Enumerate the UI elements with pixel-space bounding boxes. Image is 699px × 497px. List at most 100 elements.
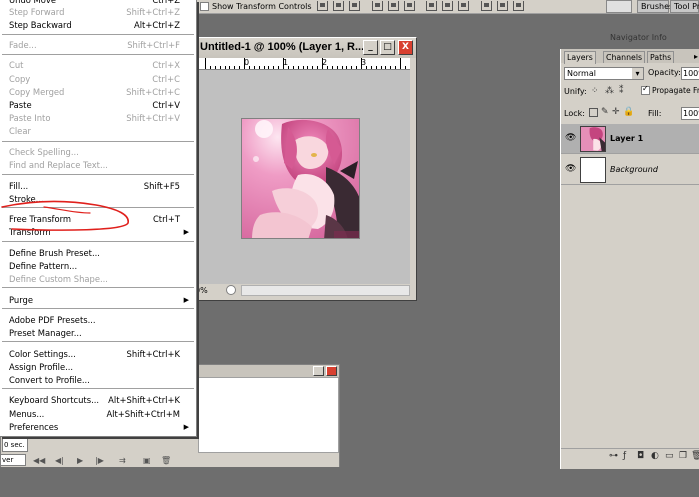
add-mask-icon[interactable]: ◘ (637, 451, 644, 462)
menu-item-paste[interactable]: Paste Ctrl+V (0, 99, 196, 112)
delete-frame-icon[interactable]: 🗑 (161, 456, 171, 465)
new-adjustment-layer-icon[interactable]: ◐ (651, 451, 659, 462)
frame-delay[interactable]: 0 sec. (2, 438, 28, 452)
palette-well-tab-brushes[interactable]: Brushes (637, 0, 673, 13)
menu-item-menus[interactable]: Menus... Alt+Shift+Ctrl+M (0, 408, 196, 421)
menu-item-fill[interactable]: Fill... Shift+F5 (0, 180, 196, 193)
show-transform-controls-checkbox[interactable]: Show Transform Controls (200, 0, 312, 12)
menu-item-shortcut: Shift+Ctrl+K (126, 349, 180, 359)
delete-layer-icon[interactable]: 🗑 (691, 451, 699, 462)
options-bar: Show Transform Controls Brushes Tool Pr (196, 0, 699, 14)
tab-channels[interactable]: Channels (603, 51, 646, 63)
menu-item-label: Cut (9, 60, 24, 70)
blend-mode-select[interactable]: Normal (564, 67, 644, 80)
align-left-icon[interactable] (372, 1, 383, 11)
menu-item-label: Copy (9, 74, 31, 84)
ruler-tick (302, 66, 304, 69)
navigator-tab-group[interactable]: Navigator Info (610, 33, 667, 45)
propagate-frame-checkbox[interactable]: Propagate Fr (641, 84, 699, 95)
eye-icon[interactable]: 👁 (565, 164, 576, 174)
palette-well-icon[interactable] (606, 0, 632, 13)
menu-item-adobe-pdf-presets[interactable]: Adobe PDF Presets... (0, 314, 196, 327)
checkbox-box[interactable] (641, 84, 650, 95)
menu-item-keyboard-shortcuts[interactable]: Keyboard Shortcuts... Alt+Shift+Ctrl+K (0, 394, 196, 407)
unify-visibility-icon[interactable]: ⁂ (605, 86, 614, 96)
canvas-area[interactable] (195, 70, 410, 284)
layer-thumbnail (580, 157, 606, 183)
align-bottom-icon[interactable] (349, 1, 360, 11)
align-vertical-center-icon[interactable] (333, 1, 344, 11)
document-titlebar[interactable]: Untitled-1 @ 100% (Layer 1, R... _ □ X (189, 38, 416, 58)
layer-name[interactable]: Layer 1 (610, 134, 643, 143)
close-button[interactable]: X (398, 40, 413, 55)
menu-item-free-transform[interactable]: Free Transform Ctrl+T (0, 213, 196, 226)
distribute-top-icon[interactable] (426, 1, 437, 11)
menu-item-define-brush[interactable]: Define Brush Preset... (0, 247, 196, 260)
palette-minimize-button[interactable] (313, 366, 324, 376)
layer-row[interactable]: 👁 Background (561, 155, 699, 185)
align-horizontal-center-icon[interactable] (388, 1, 399, 11)
ruler-tick (205, 58, 206, 69)
horizontal-scrollbar[interactable] (241, 285, 410, 296)
previous-frame-icon[interactable]: ◀| (55, 456, 64, 465)
menu-item-preset-manager[interactable]: Preset Manager... (0, 327, 196, 340)
menu-item-preferences[interactable]: Preferences ▶ (0, 421, 196, 434)
menu-item-label: Keyboard Shortcuts... (9, 395, 100, 405)
eye-icon[interactable]: 👁 (565, 133, 576, 143)
minimize-button[interactable]: _ (363, 40, 378, 55)
anime-girl-artwork (242, 119, 359, 238)
menu-item-step-backward[interactable]: Step Backward Alt+Ctrl+Z (0, 19, 196, 32)
unify-position-icon[interactable]: ⁘ (591, 86, 599, 96)
menu-item-transform[interactable]: Transform ▶ (0, 226, 196, 239)
distribute-bottom-icon[interactable] (458, 1, 469, 11)
tab-paths[interactable]: Paths (647, 51, 675, 63)
add-layer-style-icon[interactable]: ƒ (623, 451, 626, 462)
unify-style-icon[interactable]: ⁑ (619, 86, 624, 96)
menu-item-color-settings[interactable]: Color Settings... Shift+Ctrl+K (0, 348, 196, 361)
palette-close-button[interactable] (326, 366, 337, 376)
panel-menu-icon[interactable]: ▸ (694, 52, 698, 61)
tab-layers[interactable]: Layers (564, 51, 596, 64)
status-menu-icon[interactable] (226, 285, 236, 295)
fill-field[interactable]: 100% (681, 107, 699, 120)
new-layer-icon[interactable]: ❐ (679, 451, 687, 462)
distribute-left-icon[interactable] (481, 1, 492, 11)
opacity-field[interactable]: 100% (681, 67, 699, 80)
distribute-vertical-center-icon[interactable] (442, 1, 453, 11)
layer-row[interactable]: 👁 Layer 1 (561, 124, 699, 154)
align-top-icon[interactable] (317, 1, 328, 11)
lock-image-icon[interactable]: ✎ (601, 107, 609, 117)
palette-well-tab-tool-presets[interactable]: Tool Pr (670, 0, 699, 13)
distribute-right-icon[interactable] (513, 1, 524, 11)
checkbox-box[interactable] (200, 1, 209, 11)
ruler-tick (375, 66, 377, 69)
menu-item-purge[interactable]: Purge ▶ (0, 294, 196, 307)
maximize-button[interactable]: □ (380, 40, 395, 55)
link-layers-icon[interactable]: ⊶ (609, 451, 618, 462)
loop-options-select[interactable]: ver (0, 454, 26, 466)
duplicate-frame-icon[interactable]: ▣ (143, 456, 151, 465)
distribute-horizontal-center-icon[interactable] (497, 1, 508, 11)
menu-item-define-pattern[interactable]: Define Pattern... (0, 260, 196, 273)
first-frame-icon[interactable]: ◀◀ (33, 456, 45, 465)
play-icon[interactable]: ▶ (77, 456, 83, 465)
menu-item-label: Convert to Profile... (9, 375, 90, 385)
opacity-label: Opacity: (648, 68, 681, 77)
menu-item-find-replace: Find and Replace Text... (0, 159, 196, 172)
lock-all-icon[interactable]: 🔒 (623, 107, 634, 117)
ruler-tick (273, 66, 275, 69)
animation-frames-area[interactable] (198, 377, 339, 453)
menu-item-convert-profile[interactable]: Convert to Profile... (0, 374, 196, 387)
next-frame-icon[interactable]: |▶ (95, 456, 104, 465)
menu-item-stroke[interactable]: Stroke... (0, 193, 196, 206)
tween-icon[interactable]: ⇉ (119, 456, 126, 465)
new-group-icon[interactable]: ▭ (665, 451, 674, 462)
menu-item-assign-profile[interactable]: Assign Profile... (0, 361, 196, 374)
align-right-icon[interactable] (404, 1, 415, 11)
ruler-tick (404, 66, 406, 69)
ruler-tick (312, 66, 314, 69)
lock-transparency-icon[interactable] (589, 108, 598, 117)
document-window[interactable]: Untitled-1 @ 100% (Layer 1, R... _ □ X 0… (188, 37, 417, 301)
layer-name[interactable]: Background (610, 165, 658, 174)
lock-position-icon[interactable]: ✛ (612, 107, 620, 117)
